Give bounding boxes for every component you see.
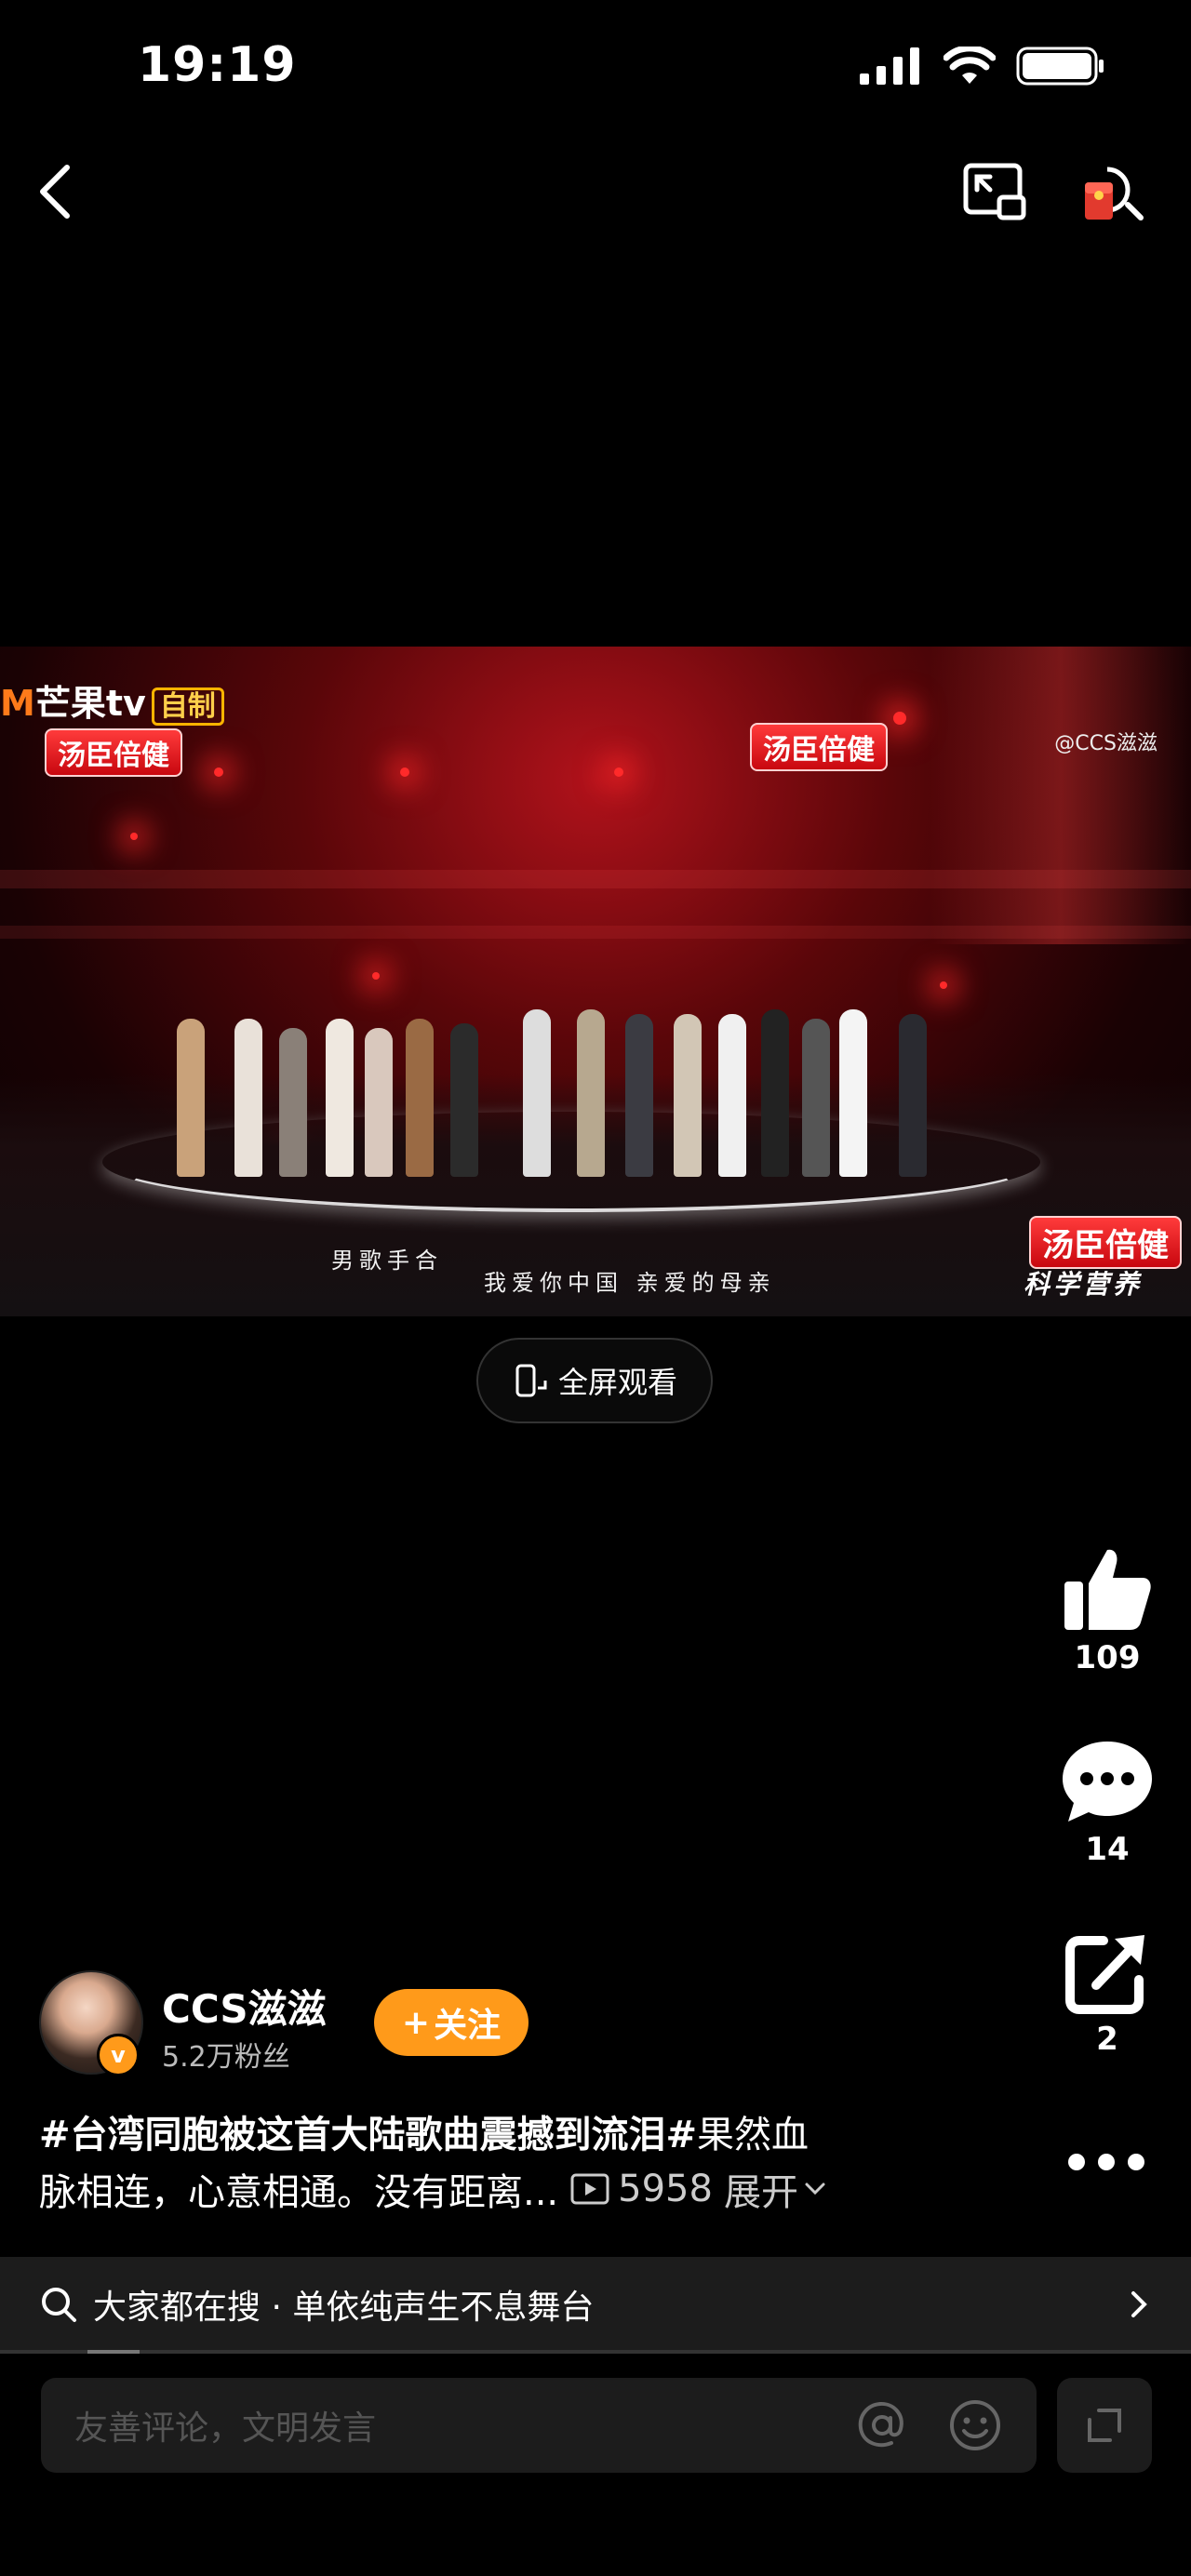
expand-label: 展开 bbox=[723, 2171, 798, 2214]
video-player[interactable]: M芒果tv 自制 汤臣倍健 汤臣倍健 @CCS滋滋 汤臣倍健 科学营养 男歌手合 … bbox=[0, 647, 1191, 1316]
follow-label: 关注 bbox=[434, 2007, 502, 2045]
share-count: 2 bbox=[1096, 2021, 1118, 2058]
sponsor-badge: 汤臣倍健 bbox=[45, 728, 182, 777]
view-count: 5958 bbox=[569, 2168, 713, 2210]
chevron-left-icon bbox=[40, 165, 70, 219]
battery-icon bbox=[1016, 47, 1104, 86]
play-box-icon bbox=[570, 2173, 609, 2205]
pip-icon bbox=[963, 163, 1026, 220]
status-time: 19:19 bbox=[138, 37, 297, 93]
video-watermark: @CCS滋滋 bbox=[1054, 732, 1158, 755]
dot-icon bbox=[1068, 2154, 1085, 2170]
like-count: 109 bbox=[1074, 1639, 1141, 1676]
comment-placeholder: 友善评论，文明发言 bbox=[74, 2409, 377, 2448]
picture-in-picture-button[interactable] bbox=[958, 156, 1033, 231]
video-subtitle: 我爱你中国 亲爱的母亲 bbox=[484, 1270, 776, 1296]
video-description: #台湾同胞被这首大陆歌曲震撼到流泪#果然血 bbox=[39, 2108, 932, 2162]
sponsor-badge: 汤臣倍健 bbox=[1029, 1216, 1182, 1269]
signal-icon bbox=[860, 47, 919, 85]
dot-icon bbox=[1128, 2154, 1144, 2170]
video-description-line2: 脉相连，心意相通。没有距离... 5958 展开 bbox=[39, 2162, 828, 2216]
video-subtitle-label: 男歌手合 bbox=[331, 1248, 443, 1274]
status-icons bbox=[860, 47, 1105, 86]
hashtag[interactable]: #台湾同胞被这首大陆歌曲震撼到流泪# bbox=[39, 2114, 697, 2156]
red-packet-search-button[interactable] bbox=[1079, 156, 1154, 231]
description-text: 果然血 bbox=[697, 2114, 810, 2156]
verified-badge-icon: v bbox=[97, 2034, 140, 2076]
back-button[interactable] bbox=[28, 156, 84, 227]
more-options-button[interactable] bbox=[1068, 2143, 1144, 2181]
rotate-phone-icon bbox=[515, 1364, 547, 1397]
logo-text: 芒果tv bbox=[34, 683, 146, 724]
comment-input[interactable]: 友善评论，文明发言 bbox=[41, 2378, 1037, 2473]
wifi-icon bbox=[943, 47, 996, 84]
author-fans-count: 5.2万粉丝 bbox=[162, 2041, 290, 2074]
view-count-value: 5958 bbox=[618, 2168, 713, 2210]
share-icon bbox=[1065, 1935, 1144, 2014]
description-text: 脉相连，心意相通。没有距离... bbox=[39, 2171, 559, 2214]
sponsor-slogan: 科学营养 bbox=[1024, 1269, 1144, 1300]
author-name[interactable]: CCS滋滋 bbox=[162, 1978, 327, 2035]
emoji-icon[interactable] bbox=[947, 2397, 1003, 2453]
dot-icon bbox=[1098, 2154, 1115, 2170]
chevron-down-icon bbox=[805, 2182, 825, 2196]
fullscreen-label: 全屏观看 bbox=[557, 1365, 677, 1400]
like-button[interactable]: 109 bbox=[1051, 1544, 1163, 1676]
related-search-bar[interactable]: 大家都在搜 · 单依纯声生不息舞台 bbox=[0, 2257, 1191, 2352]
expand-button[interactable]: 展开 bbox=[724, 2162, 828, 2216]
red-packet-search-icon bbox=[1085, 167, 1144, 220]
share-button[interactable]: 2 bbox=[1051, 1929, 1163, 2058]
video-progress-track[interactable] bbox=[0, 2350, 1191, 2354]
fullscreen-button[interactable]: 全屏观看 bbox=[476, 1338, 713, 1423]
at-mention-icon[interactable] bbox=[854, 2397, 910, 2453]
related-search-text: 大家都在搜 · 单依纯声生不息舞台 bbox=[93, 2289, 595, 2327]
search-icon bbox=[42, 2288, 76, 2322]
plus-icon: + bbox=[401, 2003, 431, 2042]
comment-count: 14 bbox=[1085, 1831, 1130, 1868]
logo-tag: 自制 bbox=[151, 687, 224, 726]
video-progress-fill bbox=[87, 2350, 140, 2354]
follow-button[interactable]: + 关注 bbox=[374, 1989, 529, 2056]
comment-bubble-icon bbox=[1063, 1742, 1152, 1822]
mango-tv-logo: M芒果tv 自制 bbox=[0, 674, 224, 726]
expand-comment-button[interactable] bbox=[1057, 2378, 1152, 2473]
expand-icon bbox=[1088, 2409, 1121, 2442]
chevron-right-icon bbox=[1131, 2291, 1147, 2317]
thumbs-up-icon bbox=[1064, 1549, 1151, 1630]
sponsor-badge: 汤臣倍健 bbox=[750, 723, 888, 771]
comment-button[interactable]: 14 bbox=[1051, 1736, 1163, 1868]
